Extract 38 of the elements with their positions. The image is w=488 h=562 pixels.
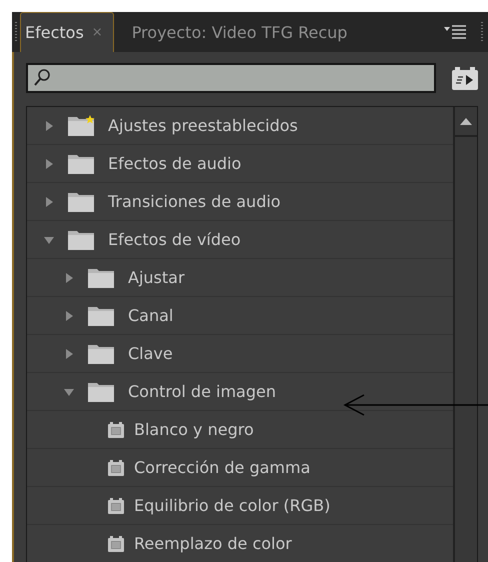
tree-item-label[interactable]: Ajustar bbox=[128, 268, 185, 287]
panel-tab[interactable]: Efectos × bbox=[20, 12, 114, 52]
tree-item-label[interactable]: Reemplazo de color bbox=[134, 534, 292, 553]
tree-item-label[interactable]: Control de imagen bbox=[128, 382, 276, 401]
new-bin-icon[interactable] bbox=[452, 66, 478, 90]
tree-item-label[interactable]: Blanco y negro bbox=[134, 420, 254, 439]
effect-icon bbox=[108, 460, 124, 476]
tree-item-label[interactable]: Efectos de vídeo bbox=[108, 230, 241, 249]
expand-triangle-icon[interactable] bbox=[63, 310, 75, 322]
scrollbar[interactable] bbox=[453, 107, 477, 562]
tree-item-label[interactable]: Transiciones de audio bbox=[108, 192, 281, 211]
expand-triangle-icon[interactable] bbox=[43, 158, 55, 170]
panel-tab[interactable]: Proyecto: Video TFG Recup bbox=[114, 12, 358, 52]
tree-item-label[interactable]: Equilibrio de color (RGB) bbox=[134, 496, 330, 515]
expand-triangle-icon[interactable] bbox=[63, 348, 75, 360]
folder-icon bbox=[88, 305, 115, 326]
scroll-up-icon bbox=[460, 118, 472, 124]
expand-triangle-icon[interactable] bbox=[43, 120, 55, 132]
tree-item-label[interactable]: Efectos de audio bbox=[108, 154, 242, 173]
search-icon bbox=[34, 69, 50, 87]
folder-icon bbox=[68, 153, 95, 174]
tree-item-label[interactable]: Canal bbox=[128, 306, 174, 325]
panel-menu-icon[interactable] bbox=[444, 25, 468, 39]
effect-icon bbox=[108, 498, 124, 514]
effect-icon bbox=[108, 422, 124, 438]
folder-icon bbox=[68, 229, 95, 250]
effect-icon bbox=[108, 536, 124, 552]
search-field[interactable] bbox=[26, 63, 436, 93]
expand-triangle-icon[interactable] bbox=[63, 272, 75, 284]
folder-icon bbox=[88, 381, 115, 402]
preset-folder-icon bbox=[68, 115, 95, 136]
tree-item-label[interactable]: Clave bbox=[128, 344, 173, 363]
folder-icon bbox=[88, 267, 115, 288]
folder-icon bbox=[68, 191, 95, 212]
tree-item-label[interactable]: Ajustes preestablecidos bbox=[108, 116, 298, 135]
folder-icon bbox=[88, 343, 115, 364]
tree-item-label[interactable]: Corrección de gamma bbox=[134, 458, 310, 477]
expand-triangle-icon[interactable] bbox=[43, 196, 55, 208]
